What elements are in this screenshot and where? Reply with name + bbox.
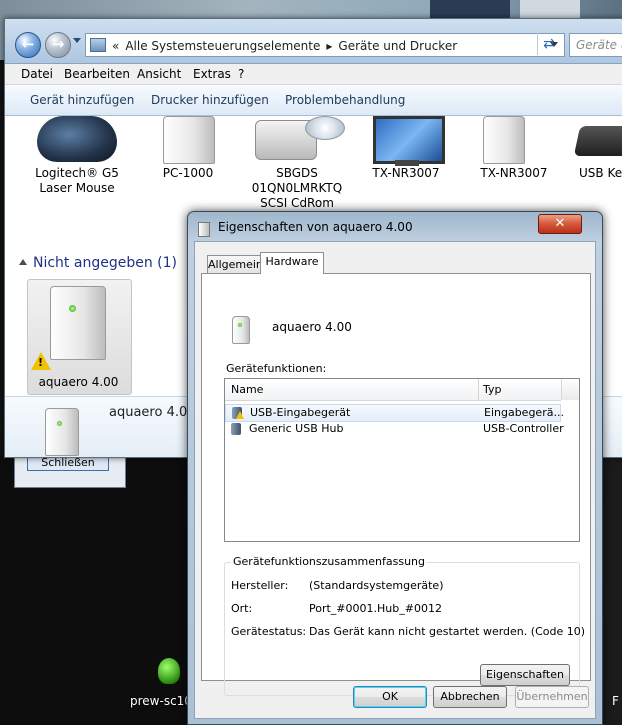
device-label-aquaero: aquaero 4.00 bbox=[38, 375, 119, 389]
device-item-tx-nr3007-2[interactable]: TX-NR3007 bbox=[467, 166, 561, 181]
list-item-name: USB-Eingabegerät bbox=[250, 406, 351, 419]
breadcrumb-separator-icon[interactable]: ▸ bbox=[326, 39, 332, 53]
properties-dialog: Eigenschaften von aquaero 4.00 ✕ Allgeme… bbox=[187, 211, 603, 725]
functions-label: Gerätefunktionen: bbox=[226, 362, 327, 375]
desktop-background-dark bbox=[0, 455, 190, 725]
breadcrumb-item-devices[interactable]: Geräte und Drucker bbox=[338, 39, 457, 53]
tab-hardware[interactable]: Hardware bbox=[260, 252, 324, 274]
device-label: Logitech® G5 bbox=[35, 166, 119, 180]
device-icon bbox=[198, 222, 210, 237]
hardware-tab-panel: aquaero 4.00 Gerätefunktionen: Name Typ … bbox=[201, 273, 591, 696]
device-item-mouse[interactable]: Logitech® G5 Laser Mouse bbox=[29, 166, 125, 196]
navigation-bar: ← → « Alle Systemsteuerungselemente ▸ Gerät… bbox=[5, 19, 622, 64]
monitor-icon[interactable] bbox=[373, 116, 445, 164]
control-panel-icon bbox=[90, 38, 106, 52]
device-label: SBGDS bbox=[276, 166, 318, 180]
column-header-name[interactable]: Name bbox=[231, 383, 263, 396]
list-item[interactable]: Generic USB Hub USB-Controller bbox=[225, 421, 564, 437]
manufacturer-label: Hersteller: bbox=[231, 579, 289, 592]
menu-item-file[interactable]: Datei bbox=[21, 67, 53, 81]
device-label: Laser Mouse bbox=[39, 181, 115, 195]
breadcrumb: « Alle Systemsteuerungselemente ▸ Geräte un… bbox=[90, 38, 463, 53]
list-header: Name Typ bbox=[225, 379, 561, 401]
status-label: Gerätestatus: bbox=[231, 625, 307, 638]
device-item-usb-keyboard[interactable]: USB Ke bbox=[579, 166, 622, 181]
menu-bar: Datei Bearbeiten Ansicht Extras ? bbox=[5, 64, 622, 85]
computer-icon[interactable] bbox=[483, 116, 525, 164]
tab-general[interactable]: Allgemein bbox=[207, 255, 263, 274]
power-led-icon bbox=[238, 323, 242, 327]
list-item-type: USB-Controller bbox=[483, 422, 564, 435]
keyboard-icon[interactable] bbox=[573, 126, 622, 156]
device-label: 01QN0LMRKTQ bbox=[251, 181, 343, 195]
mouse-icon[interactable] bbox=[37, 116, 117, 162]
properties-button[interactable]: Eigenschaften bbox=[480, 664, 570, 686]
close-button[interactable]: ✕ bbox=[538, 214, 582, 234]
device-name: aquaero 4.00 bbox=[272, 320, 352, 334]
ok-button[interactable]: OK bbox=[353, 686, 427, 708]
summary-title: Gerätefunktionszusammenfassung bbox=[231, 555, 428, 568]
warning-icon bbox=[236, 411, 244, 419]
apply-button[interactable]: Übernehmen bbox=[515, 686, 589, 708]
command-bar: Gerät hinzufügen Drucker hinzufügen Prob… bbox=[5, 85, 622, 116]
breadcrumb-item-control-panel[interactable]: Alle Systemsteuerungselemente bbox=[125, 39, 320, 53]
menu-item-tools[interactable]: Extras bbox=[193, 67, 231, 81]
add-printer-button[interactable]: Drucker hinzufügen bbox=[151, 93, 269, 107]
device-item-cdrom[interactable]: SBGDS 01QN0LMRKTQ SCSI CdRom bbox=[241, 166, 353, 211]
device-label: PC-1000 bbox=[162, 166, 214, 180]
device-label: TX-NR3007 bbox=[480, 166, 548, 180]
manufacturer-value: (Standardsystemgeräte) bbox=[309, 579, 444, 592]
bug-icon[interactable] bbox=[158, 658, 180, 684]
column-divider[interactable] bbox=[478, 379, 479, 400]
computer-icon[interactable] bbox=[163, 116, 215, 164]
background-window: Schließen bbox=[14, 455, 126, 488]
device-tower-icon bbox=[50, 286, 106, 360]
back-arrow-icon[interactable]: ← bbox=[15, 32, 41, 58]
column-header-type[interactable]: Typ bbox=[483, 383, 502, 396]
device-tower-icon bbox=[232, 316, 250, 344]
device-label: SCSI CdRom bbox=[260, 196, 334, 210]
group-header[interactable]: Nicht angegeben (1) bbox=[19, 255, 177, 271]
breadcrumb-overflow-icon[interactable]: « bbox=[112, 39, 119, 53]
add-device-button[interactable]: Gerät hinzufügen bbox=[30, 93, 134, 107]
status-value: Das Gerät kann nicht gestartet werden. (… bbox=[309, 625, 586, 638]
device-item-tx-nr3007-1[interactable]: TX-NR3007 bbox=[359, 166, 453, 181]
collapse-triangle-icon[interactable] bbox=[19, 259, 27, 265]
group-header-label: Nicht angegeben (1) bbox=[33, 255, 177, 271]
device-functions-list[interactable]: Name Typ USB-Eingabegerät Eingabegerä...… bbox=[224, 378, 580, 542]
desktop-icon-label-right[interactable]: F bbox=[612, 694, 619, 708]
device-label: TX-NR3007 bbox=[372, 166, 440, 180]
search-input[interactable]: Geräte u bbox=[569, 33, 622, 57]
list-item-name: Generic USB Hub bbox=[249, 422, 344, 435]
device-tower-icon bbox=[45, 408, 79, 456]
cd-disc-icon bbox=[305, 116, 345, 140]
menu-item-edit[interactable]: Bearbeiten bbox=[64, 67, 130, 81]
history-dropdown-icon[interactable] bbox=[73, 38, 81, 43]
location-value: Port_#0001.Hub_#0012 bbox=[309, 602, 442, 615]
menu-item-help[interactable]: ? bbox=[238, 67, 244, 81]
usb-hub-icon bbox=[231, 423, 241, 435]
menu-item-view[interactable]: Ansicht bbox=[137, 67, 181, 81]
cancel-button[interactable]: Abbrechen bbox=[433, 686, 507, 708]
troubleshoot-button[interactable]: Problembehandlung bbox=[285, 93, 405, 107]
list-header-filler bbox=[561, 379, 579, 400]
forward-arrow-icon[interactable]: → bbox=[45, 32, 71, 58]
list-item[interactable]: USB-Eingabegerät Eingabegerä... bbox=[225, 404, 564, 422]
dialog-title: Eigenschaften von aquaero 4.00 bbox=[218, 220, 413, 234]
list-item-type: Eingabegerä... bbox=[484, 406, 564, 419]
device-label: USB Ke bbox=[579, 166, 622, 180]
dialog-body: Allgemein Hardware aquaero 4.00 Gerätefu… bbox=[194, 241, 596, 719]
search-placeholder: Geräte u bbox=[576, 38, 622, 52]
warning-mark: ! bbox=[38, 356, 44, 369]
power-led-icon bbox=[57, 421, 62, 426]
refresh-icon[interactable]: ⇄ bbox=[537, 33, 560, 55]
address-bar[interactable]: « Alle Systemsteuerungselemente ▸ Geräte un… bbox=[85, 33, 565, 57]
device-item-pc1000[interactable]: PC-1000 bbox=[143, 166, 233, 181]
location-label: Ort: bbox=[231, 602, 253, 615]
power-led-icon bbox=[69, 305, 76, 312]
details-device-name: aquaero 4.00 bbox=[109, 405, 196, 420]
